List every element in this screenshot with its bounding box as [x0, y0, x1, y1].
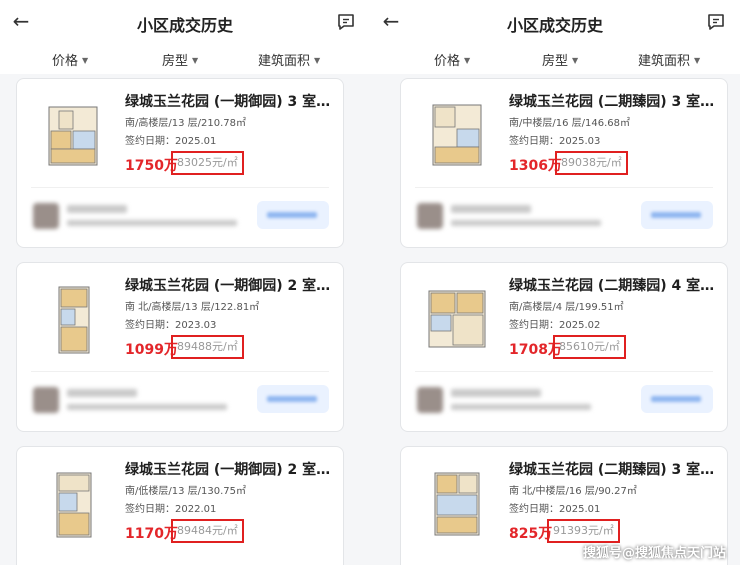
agent-avatar [417, 203, 443, 229]
listing-date: 签约日期：2025.01 [125, 136, 217, 147]
listing-detail: 南/低楼层/13 层/130.75㎡ [125, 486, 247, 497]
agent-name-blurred [67, 389, 137, 397]
total-price: 825万 [509, 526, 553, 542]
listing-title: 绿城玉兰花园 (一期御园) 2 室… [125, 462, 331, 478]
listing-title: 绿城玉兰花园 (二期臻园) 3 室… [509, 462, 715, 478]
chevron-down-icon: ▼ [314, 56, 321, 65]
listing-detail: 南 北/中楼层/16 层/90.27㎡ [509, 486, 637, 497]
agent-avatar [417, 387, 443, 413]
agent-avatar [33, 203, 59, 229]
divider [415, 187, 713, 188]
chevron-down-icon: ▼ [572, 56, 579, 65]
chevron-down-icon: ▼ [192, 56, 199, 65]
listing-title: 绿城玉兰花园 (一期御园) 3 室… [125, 94, 331, 110]
unit-price-highlight: 89484元/㎡ [171, 519, 244, 543]
agent-avatar [33, 387, 59, 413]
divider [31, 187, 329, 188]
floor-plan-image [432, 104, 482, 166]
contact-agent-button[interactable] [257, 201, 329, 229]
listing-date: 签约日期：2023.03 [125, 320, 217, 331]
floor-plan-image [428, 290, 486, 348]
divider [31, 371, 329, 372]
agent-name-blurred [451, 205, 531, 213]
watermark: 搜狐号@搜狐焦点天门站 [582, 546, 726, 561]
floor-plan-image [56, 472, 92, 538]
listing-card[interactable]: 绿城玉兰花园 (一期御园) 3 室… 南/高楼层/13 层/210.78㎡ 签约… [16, 78, 344, 248]
filter-area[interactable]: 建筑面积 ▼ [638, 50, 700, 69]
contact-agent-button[interactable] [641, 385, 713, 413]
agent-info-blurred [451, 220, 601, 226]
agent-info-blurred [451, 404, 591, 410]
unit-price-highlight: 89038元/㎡ [555, 151, 628, 175]
unit-price-highlight: 89488元/㎡ [171, 335, 244, 359]
listing-detail: 南/高楼层/13 层/210.78㎡ [125, 118, 247, 129]
listing-card[interactable]: 绿城玉兰花园 (二期臻园) 3 室… 南/中楼层/16 层/146.68㎡ 签约… [400, 78, 728, 248]
chevron-down-icon: ▼ [694, 56, 701, 65]
agent-name-blurred [67, 205, 127, 213]
agent-name-blurred [451, 389, 541, 397]
listing-date: 签约日期：2025.03 [509, 136, 601, 147]
right-screen: ← 小区成交历史 价格 ▼ 房型 ▼ 建筑面积 ▼ 绿城玉兰花园 (二期臻园) 3 室… [370, 0, 740, 565]
unit-price-highlight: 85610元/㎡ [553, 335, 626, 359]
floor-plan-image [58, 286, 90, 354]
divider [415, 371, 713, 372]
listing-detail: 南/高楼层/4 层/199.51㎡ [509, 302, 624, 313]
left-screen: ← 小区成交历史 价格 ▼ 房型 ▼ 建筑面积 ▼ 绿城玉兰花园 (一期御园) 3 室… [0, 0, 370, 565]
message-icon[interactable] [706, 12, 726, 32]
filter-price[interactable]: 价格 ▼ [52, 50, 88, 69]
filter-price[interactable]: 价格 ▼ [434, 50, 470, 69]
listing-card[interactable]: 绿城玉兰花园 (一期御园) 2 室… 南/低楼层/13 层/130.75㎡ 签约… [16, 446, 344, 565]
contact-agent-button[interactable] [641, 201, 713, 229]
listing-card[interactable]: 绿城玉兰花园 (一期御园) 2 室… 南 北/高楼层/13 层/122.81㎡ … [16, 262, 344, 432]
listing-title: 绿城玉兰花园 (二期臻园) 3 室… [509, 94, 715, 110]
chevron-down-icon: ▼ [464, 56, 471, 65]
listing-title: 绿城玉兰花园 (二期臻园) 4 室… [509, 278, 715, 294]
nav-bar: ← 小区成交历史 [370, 0, 740, 44]
floor-plan-image [48, 106, 98, 166]
filter-bar: 价格 ▼ 房型 ▼ 建筑面积 ▼ [0, 44, 370, 74]
contact-agent-button[interactable] [257, 385, 329, 413]
agent-info-blurred [67, 404, 227, 410]
listing-detail: 南 北/高楼层/13 层/122.81㎡ [125, 302, 260, 313]
filter-area[interactable]: 建筑面积 ▼ [258, 50, 320, 69]
filter-bar: 价格 ▼ 房型 ▼ 建筑面积 ▼ [370, 44, 740, 74]
nav-bar: ← 小区成交历史 [0, 0, 370, 44]
unit-price-highlight: 83025元/㎡ [171, 151, 244, 175]
listing-card[interactable]: 绿城玉兰花园 (二期臻园) 4 室… 南/高楼层/4 层/199.51㎡ 签约日… [400, 262, 728, 432]
filter-room-type[interactable]: 房型 ▼ [542, 50, 578, 69]
filter-room-type[interactable]: 房型 ▼ [162, 50, 198, 69]
unit-price-highlight: 91393元/㎡ [547, 519, 620, 543]
message-icon[interactable] [336, 12, 356, 32]
floor-plan-image [434, 472, 480, 536]
listing-date: 签约日期：2025.02 [509, 320, 601, 331]
listing-detail: 南/中楼层/16 层/146.68㎡ [509, 118, 631, 129]
listing-date: 签约日期：2025.01 [509, 504, 601, 515]
listing-date: 签约日期：2022.01 [125, 504, 217, 515]
listing-title: 绿城玉兰花园 (一期御园) 2 室… [125, 278, 331, 294]
agent-info-blurred [67, 220, 237, 226]
page-title: 小区成交历史 [136, 16, 233, 35]
page-title: 小区成交历史 [506, 16, 603, 35]
chevron-down-icon: ▼ [82, 56, 89, 65]
